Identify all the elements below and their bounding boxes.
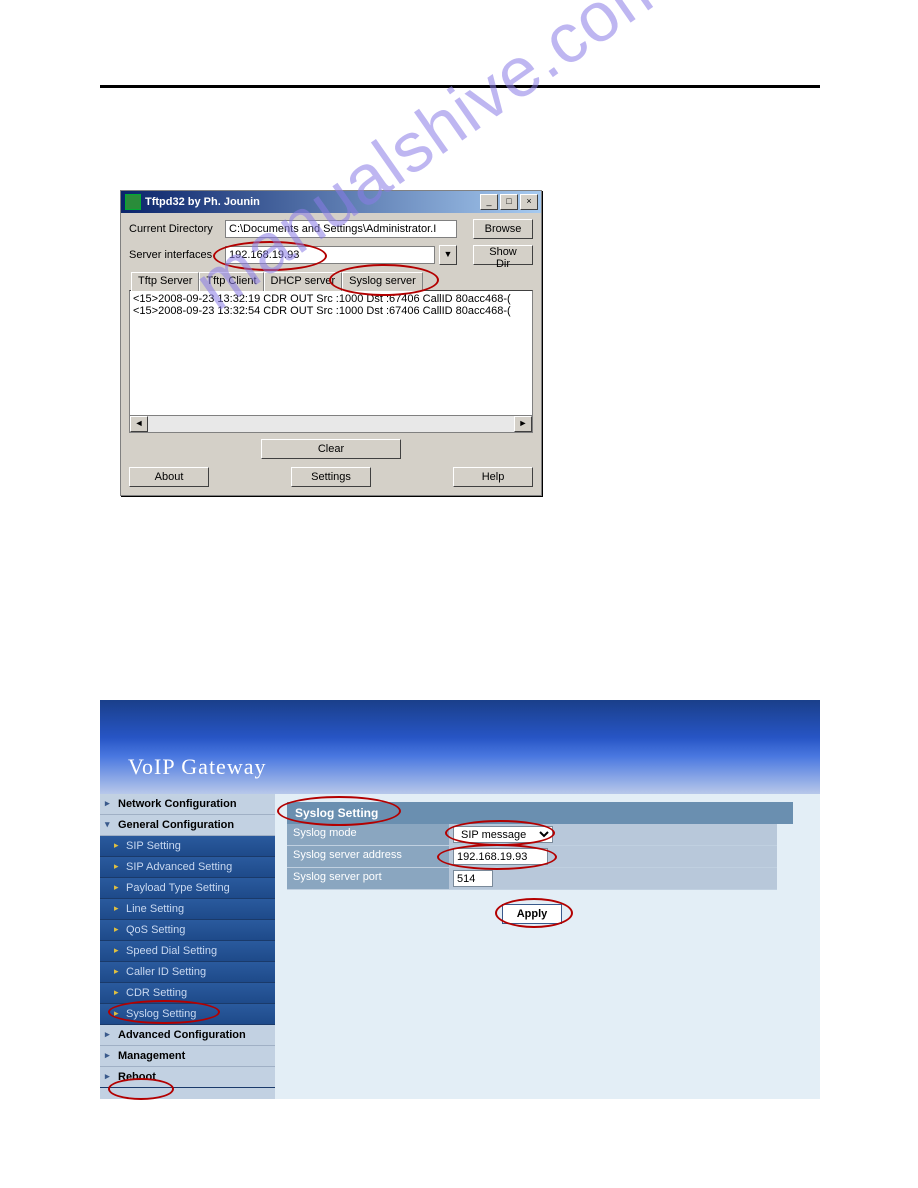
clear-button[interactable]: Clear (261, 439, 401, 459)
nav-caller-id[interactable]: Caller ID Setting (100, 962, 275, 983)
window-title: Tftpd32 by Ph. Jounin (145, 196, 260, 208)
help-button[interactable]: Help (453, 467, 533, 487)
log-line: <15>2008-09-23 13:32:54 CDR OUT Src :100… (133, 305, 529, 317)
nav-network[interactable]: Network Configuration (100, 794, 275, 815)
port-label: Syslog server port (287, 868, 449, 889)
mode-label: Syslog mode (287, 824, 449, 845)
titlebar[interactable]: Tftpd32 by Ph. Jounin _ □ × (121, 191, 541, 213)
nav-speed-dial[interactable]: Speed Dial Setting (100, 941, 275, 962)
tab-syslog-server[interactable]: Syslog server (342, 272, 423, 291)
nav-qos[interactable]: QoS Setting (100, 920, 275, 941)
tab-tftp-server[interactable]: Tftp Server (131, 272, 199, 291)
settings-button[interactable]: Settings (291, 467, 371, 487)
app-icon (125, 194, 141, 210)
nav-sip-advanced[interactable]: SIP Advanced Setting (100, 857, 275, 878)
panel-title: Syslog Setting (287, 802, 793, 824)
nav-management[interactable]: Management (100, 1046, 275, 1067)
nav-cdr[interactable]: CDR Setting (100, 983, 275, 1004)
nav-reboot[interactable]: Reboot (100, 1067, 275, 1088)
tftpd32-window: Tftpd32 by Ph. Jounin _ □ × Current Dire… (120, 190, 542, 496)
nav-syslog[interactable]: Syslog Setting (100, 1004, 275, 1025)
scroll-right-icon[interactable]: ► (514, 416, 532, 432)
nav-general[interactable]: General Configuration (100, 815, 275, 836)
voip-header: VoIP Gateway (100, 700, 820, 794)
syslog-log[interactable]: <15>2008-09-23 13:32:19 CDR OUT Src :100… (129, 290, 533, 416)
tab-tftp-client[interactable]: Tftp Client (199, 272, 263, 291)
log-line: <15>2008-09-23 13:32:19 CDR OUT Src :100… (133, 293, 529, 305)
directory-label: Current Directory (129, 223, 221, 235)
minimize-button[interactable]: _ (480, 194, 498, 210)
sidebar: Network Configuration General Configurat… (100, 794, 275, 1099)
tab-dhcp-server[interactable]: DHCP server (264, 272, 343, 291)
port-input[interactable] (453, 870, 493, 887)
nav-line[interactable]: Line Setting (100, 899, 275, 920)
log-scrollbar[interactable]: ◄ ► (129, 416, 533, 433)
about-button[interactable]: About (129, 467, 209, 487)
apply-button[interactable]: Apply (502, 904, 563, 924)
content-area: Syslog Setting Syslog mode SIP message S… (275, 794, 820, 1099)
voip-gateway-panel: VoIP Gateway Network Configuration Gener… (100, 700, 820, 1099)
nav-payload[interactable]: Payload Type Setting (100, 878, 275, 899)
showdir-button[interactable]: Show Dir (473, 245, 533, 265)
scroll-track[interactable] (148, 416, 514, 432)
page-rule (100, 85, 820, 88)
addr-input[interactable] (453, 848, 548, 865)
interfaces-field[interactable] (225, 246, 435, 264)
directory-field[interactable] (225, 220, 457, 238)
nav-advanced[interactable]: Advanced Configuration (100, 1025, 275, 1046)
close-button[interactable]: × (520, 194, 538, 210)
mode-select[interactable]: SIP message (453, 826, 553, 843)
interfaces-label: Server interfaces (129, 249, 221, 261)
voip-title: VoIP Gateway (128, 754, 266, 780)
addr-label: Syslog server address (287, 846, 449, 867)
scroll-left-icon[interactable]: ◄ (130, 416, 148, 432)
interfaces-dropdown-arrow[interactable]: ▼ (439, 245, 457, 265)
nav-sip-setting[interactable]: SIP Setting (100, 836, 275, 857)
maximize-button[interactable]: □ (500, 194, 518, 210)
browse-button[interactable]: Browse (473, 219, 533, 239)
